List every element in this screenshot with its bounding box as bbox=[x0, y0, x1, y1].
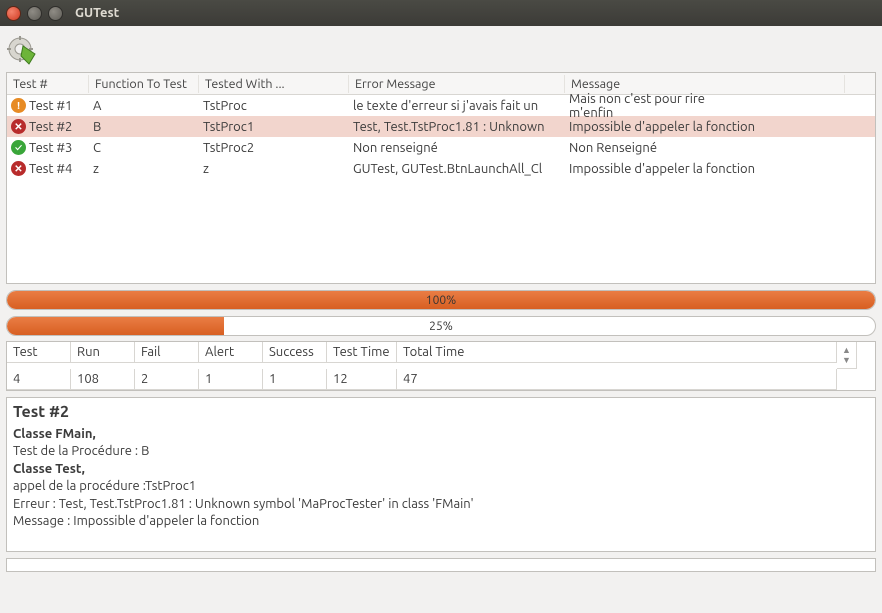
status-warn-icon: ! bbox=[11, 98, 26, 113]
col-error[interactable]: Error Message bbox=[349, 75, 565, 93]
col-function[interactable]: Function To Test bbox=[89, 75, 199, 93]
col-test-num[interactable]: Test # bbox=[7, 75, 89, 93]
status-error-icon: ✕ bbox=[11, 119, 26, 134]
cell-function: z bbox=[89, 160, 199, 178]
cell-test-id: Test #1 bbox=[29, 99, 72, 113]
sum-col-test: Test bbox=[7, 342, 71, 363]
progress-overall-label: 100% bbox=[7, 291, 875, 309]
table-row[interactable]: ✓Test #3 CTstProc2Non renseignéNon Rensei… bbox=[7, 137, 875, 158]
table-row[interactable]: !Test #1 ATstProcle texte d'erreur si j'a… bbox=[7, 95, 875, 116]
footer-bar bbox=[6, 558, 876, 572]
sum-col-testtime: Test Time bbox=[327, 342, 397, 363]
summary-scrollbar[interactable]: ▲▼ bbox=[837, 342, 857, 369]
run-tests-button[interactable] bbox=[6, 35, 40, 69]
cell-function: B bbox=[89, 118, 199, 136]
cell-test-id: Test #4 bbox=[29, 162, 72, 176]
sum-col-totaltime: Total Time bbox=[397, 342, 837, 363]
table-row[interactable]: ✕Test #2 BTstProc1Test, Test.TstProc1.81 … bbox=[7, 116, 875, 137]
sum-val-alert: 1 bbox=[199, 369, 263, 390]
results-table[interactable]: Test # Function To Test Tested With ... … bbox=[6, 72, 876, 284]
detail-class-main: Classe FMain, bbox=[13, 426, 869, 444]
cell-tested-with: z bbox=[199, 160, 349, 178]
col-tested-with[interactable]: Tested With ... bbox=[199, 75, 349, 93]
window-title: GUTest bbox=[75, 6, 119, 20]
sum-col-run: Run bbox=[71, 342, 135, 363]
progress-pass-label: 25% bbox=[7, 317, 875, 335]
status-error-icon: ✕ bbox=[11, 161, 26, 176]
titlebar: GUTest bbox=[0, 0, 882, 26]
sum-val-fail: 2 bbox=[135, 369, 199, 390]
sum-val-totaltime: 47 bbox=[397, 369, 837, 390]
cell-message: Non Renseigné bbox=[565, 139, 845, 157]
cell-error: Test, Test.TstProc1.81 : Unknown bbox=[349, 118, 565, 136]
cell-test-id: Test #2 bbox=[29, 120, 72, 134]
toolbar bbox=[6, 32, 876, 72]
cell-tested-with: TstProc2 bbox=[199, 139, 349, 157]
sum-col-fail: Fail bbox=[135, 342, 199, 363]
detail-class-test: Classe Test, bbox=[13, 461, 869, 479]
summary-table: Test Run Fail Alert Success Test Time To… bbox=[6, 341, 876, 391]
sum-val-run: 108 bbox=[71, 369, 135, 390]
detail-message: Message : Impossible d'appeler la foncti… bbox=[13, 513, 869, 531]
sum-col-success: Success bbox=[263, 342, 327, 363]
cell-function: A bbox=[89, 97, 199, 115]
cell-error: le texte d'erreur si j'avais fait un bbox=[349, 97, 565, 115]
maximize-icon[interactable] bbox=[48, 6, 63, 21]
cell-message: Impossible d'appeler la fonction bbox=[565, 160, 845, 178]
progress-pass: 25% bbox=[6, 316, 876, 336]
cell-error: Non renseigné bbox=[349, 139, 565, 157]
cell-function: C bbox=[89, 139, 199, 157]
table-row[interactable]: ✕Test #4zzGUTest, GUTest.BtnLaunchAll_Cl… bbox=[7, 158, 875, 179]
close-icon[interactable] bbox=[6, 6, 21, 21]
progress-overall: 100% bbox=[6, 290, 876, 310]
sum-val-testtime: 12 bbox=[327, 369, 397, 390]
cell-message: Impossible d'appeler la fonction bbox=[565, 118, 845, 136]
sum-col-alert: Alert bbox=[199, 342, 263, 363]
minimize-icon[interactable] bbox=[27, 6, 42, 21]
cell-error: GUTest, GUTest.BtnLaunchAll_Cl bbox=[349, 160, 565, 178]
cell-tested-with: TstProc bbox=[199, 97, 349, 115]
status-ok-icon: ✓ bbox=[11, 140, 26, 155]
detail-proc-call: appel de la procédure :TstProc1 bbox=[13, 478, 869, 496]
window-body: Test # Function To Test Tested With ... … bbox=[0, 26, 882, 578]
detail-panel: Test #2 Classe FMain, Test de la Procédu… bbox=[6, 397, 876, 552]
sum-val-success: 1 bbox=[263, 369, 327, 390]
detail-error: Erreur : Test, Test.TstProc1.81 : Unknow… bbox=[13, 496, 869, 514]
cell-test-id: Test #3 bbox=[29, 141, 72, 155]
detail-title: Test #2 bbox=[13, 402, 869, 424]
detail-proc-test: Test de la Procédure : B bbox=[13, 443, 869, 461]
sum-val-test: 4 bbox=[7, 369, 71, 390]
cell-tested-with: TstProc1 bbox=[199, 118, 349, 136]
